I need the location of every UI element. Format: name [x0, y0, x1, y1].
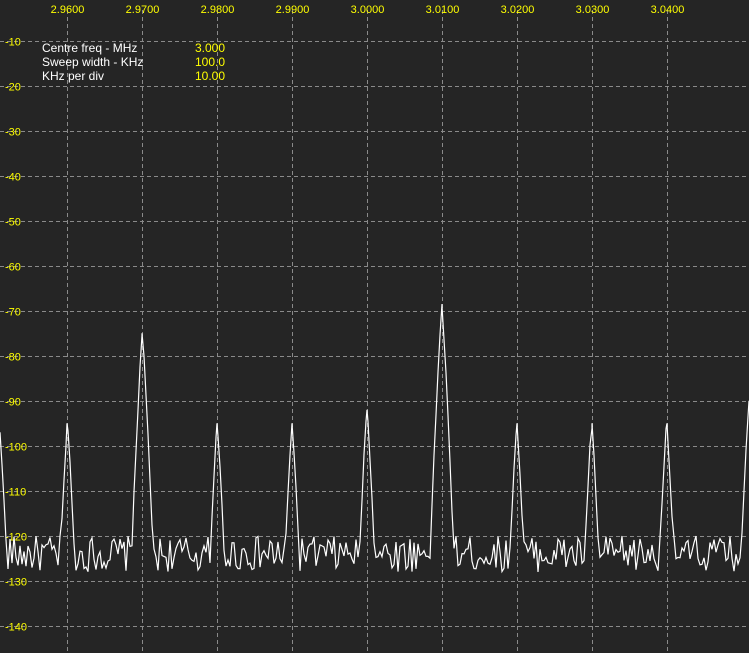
khz-per-div-value: 10.00 [194, 69, 225, 83]
y-tick-label: -110 [5, 487, 26, 499]
sweep-width-value: 100.0 [194, 55, 225, 69]
x-tick-label: 3.0400 [651, 4, 685, 16]
y-tick-label: -10 [5, 37, 21, 49]
sweep-width-label: Sweep width - KHz [42, 55, 144, 69]
x-tick-labels: 2.9600 2.9700 2.9800 2.9900 3.0000 3.0100 3.02… [51, 4, 685, 16]
y-tick-label: -100 [5, 442, 27, 454]
y-tick-label: -70 [5, 307, 21, 319]
sweep-info-panel: Centre freq - MHz 3.000 Sweep width - KH… [42, 41, 232, 83]
y-tick-label: -140 [5, 622, 27, 634]
y-tick-label: -40 [5, 172, 21, 184]
centre-freq-row: Centre freq - MHz 3.000 [42, 41, 232, 55]
y-tick-label: -130 [5, 577, 27, 589]
khz-per-div-label: KHz per div [42, 69, 105, 83]
centre-freq-label: Centre freq - MHz [42, 41, 138, 55]
x-tick-label: 2.9900 [276, 4, 310, 16]
khz-per-div-row: KHz per div 10.00 [42, 69, 232, 83]
y-tick-label: -80 [5, 352, 21, 364]
y-tick-labels: -10 -20 -30 -40 -50 -60 -70 -80 -90 -100 -110 -120 -… [5, 37, 27, 634]
y-tick-label: -120 [5, 532, 27, 544]
y-tick-label: -20 [5, 82, 21, 94]
x-tick-label: 2.9600 [51, 4, 85, 16]
y-tick-label: -30 [5, 127, 21, 139]
y-tick-label: -90 [5, 397, 21, 409]
sweep-width-row: Sweep width - KHz 100.0 [42, 55, 232, 69]
y-tick-label: -60 [5, 262, 21, 274]
x-tick-label: 3.0000 [351, 4, 385, 16]
spectrum-plot: 2.9600 2.9700 2.9800 2.9900 3.0000 3.0100 3.02… [0, 4, 749, 653]
grid-lines [0, 10, 749, 653]
spectrum-trace [0, 304, 749, 574]
centre-freq-value: 3.000 [194, 41, 225, 55]
x-tick-label: 3.0300 [576, 4, 610, 16]
x-tick-label: 3.0100 [426, 4, 460, 16]
x-tick-label: 3.0200 [501, 4, 535, 16]
x-tick-label: 2.9700 [126, 4, 160, 16]
y-tick-label: -50 [5, 217, 21, 229]
x-tick-label: 2.9800 [201, 4, 235, 16]
